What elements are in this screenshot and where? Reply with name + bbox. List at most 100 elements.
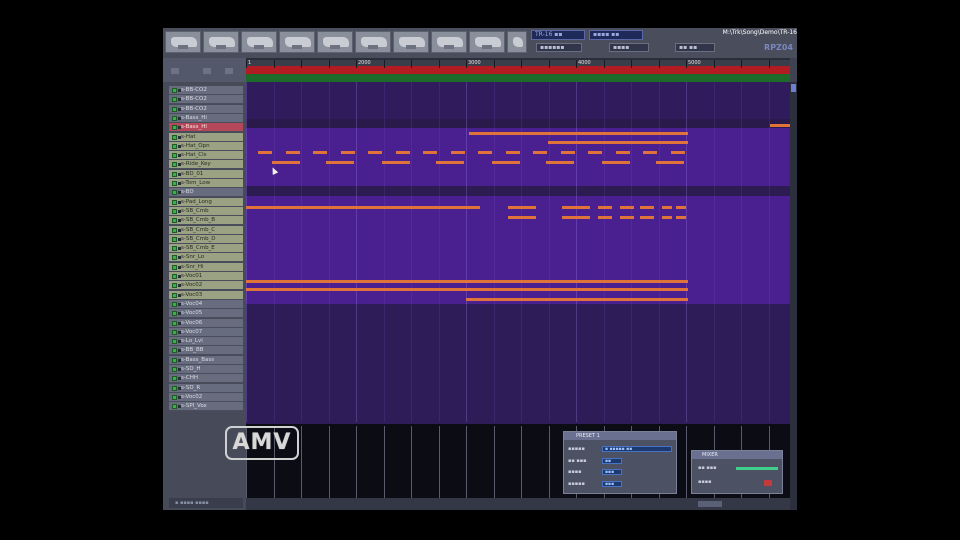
track-led-icon[interactable] xyxy=(172,162,177,168)
track-row[interactable]: s-Hat_Opn xyxy=(169,141,243,151)
tool-button-8[interactable] xyxy=(431,31,467,53)
midi-note[interactable] xyxy=(620,206,634,209)
midi-note[interactable] xyxy=(451,151,465,154)
piano-roll[interactable] xyxy=(246,82,790,510)
midi-note[interactable] xyxy=(676,216,686,219)
midi-note[interactable] xyxy=(640,206,654,209)
track-row[interactable]: s-Voc02 xyxy=(169,392,243,402)
record-icon[interactable] xyxy=(764,480,772,486)
scroll-thumb[interactable] xyxy=(791,84,796,92)
midi-note[interactable] xyxy=(326,161,354,164)
midi-note[interactable] xyxy=(643,151,657,154)
track-row[interactable]: s-Hat xyxy=(169,132,243,142)
midi-note[interactable] xyxy=(602,161,630,164)
track-row[interactable]: s-SPI_Vox xyxy=(169,402,243,412)
midi-note[interactable] xyxy=(620,216,634,219)
tool-button-6[interactable] xyxy=(355,31,391,53)
timeline-ruler[interactable]: 1 2000 3000 4000 5000 xyxy=(246,58,790,82)
midi-note[interactable] xyxy=(246,206,480,209)
track-led-icon[interactable] xyxy=(172,385,177,391)
track-row[interactable]: s-BD_01 xyxy=(169,169,243,179)
track-led-icon[interactable] xyxy=(172,227,177,233)
track-led-icon[interactable] xyxy=(172,181,177,186)
midi-note[interactable] xyxy=(466,298,688,301)
tool-button-5[interactable] xyxy=(317,31,353,53)
midi-note[interactable] xyxy=(286,151,300,154)
track-row[interactable]: s-Bass_Bass xyxy=(169,355,243,365)
song-select[interactable]: TR-16 ▪▪ xyxy=(531,30,585,40)
arm-all-icon[interactable] xyxy=(225,68,233,74)
track-led-icon[interactable] xyxy=(172,348,177,354)
midi-note[interactable] xyxy=(272,161,300,164)
tool-button-4[interactable] xyxy=(279,31,315,53)
midi-note[interactable] xyxy=(561,151,575,154)
track-led-icon[interactable] xyxy=(172,255,177,261)
track-row[interactable]: s-Tom_Low xyxy=(169,179,243,188)
track-led-icon[interactable] xyxy=(172,376,177,382)
midi-note[interactable] xyxy=(598,206,612,209)
midi-note[interactable] xyxy=(588,151,602,154)
track-led-icon[interactable] xyxy=(172,125,177,131)
track-led-icon[interactable] xyxy=(172,357,177,363)
midi-note[interactable] xyxy=(616,151,630,154)
track-led-icon[interactable] xyxy=(172,320,177,326)
track-row[interactable]: s-Voc04 xyxy=(169,299,243,309)
track-led-icon[interactable] xyxy=(172,171,177,177)
preset-row-value[interactable]: ▪ ▪▪▪▪▪ ▪▪ xyxy=(602,446,672,452)
tool-button-7[interactable] xyxy=(393,31,429,53)
midi-note[interactable] xyxy=(671,151,685,154)
midi-note[interactable] xyxy=(246,280,688,283)
tempo-field[interactable]: ▪▪▪▪▪▪ xyxy=(536,43,582,52)
midi-note[interactable] xyxy=(598,216,612,219)
track-row[interactable]: s-CHH xyxy=(169,374,243,384)
track-row[interactable]: s-BB-CO2 xyxy=(169,86,243,95)
track-led-icon[interactable] xyxy=(172,311,177,317)
midi-note[interactable] xyxy=(508,216,536,219)
track-led-icon[interactable] xyxy=(172,97,177,103)
track-row[interactable]: s-Lo_Lvl xyxy=(169,337,243,347)
track-row[interactable]: s-Pad_Long xyxy=(169,197,243,207)
track-led-icon[interactable] xyxy=(172,339,177,345)
midi-note[interactable] xyxy=(508,206,536,209)
track-led-icon[interactable] xyxy=(172,292,177,298)
track-row[interactable]: s-Snr_Hi xyxy=(169,262,243,272)
midi-note[interactable] xyxy=(770,124,790,127)
midi-note[interactable] xyxy=(469,132,688,135)
midi-note[interactable] xyxy=(313,151,327,154)
mixer-level-meter[interactable] xyxy=(736,467,778,470)
track-row[interactable]: s-Bass_Hi xyxy=(169,113,243,123)
track-led-icon[interactable] xyxy=(172,283,177,289)
preset-row-value[interactable]: ▪▪ xyxy=(602,458,622,464)
track-led-icon[interactable] xyxy=(172,153,177,159)
scroll-thumb[interactable] xyxy=(698,501,722,507)
midi-note[interactable] xyxy=(533,151,547,154)
track-row[interactable]: s-Voc02 xyxy=(169,281,243,291)
track-led-icon[interactable] xyxy=(172,404,177,410)
track-led-icon[interactable] xyxy=(172,88,177,93)
midi-note[interactable] xyxy=(676,206,686,209)
track-row[interactable]: s-Voc05 xyxy=(169,309,243,319)
track-row[interactable]: s-SD_R xyxy=(169,383,243,393)
track-row[interactable]: s-BB-CO2 xyxy=(169,104,243,114)
track-led-icon[interactable] xyxy=(172,236,177,242)
track-row[interactable]: s-Voc03 xyxy=(169,290,243,300)
midi-note[interactable] xyxy=(662,216,672,219)
track-row[interactable]: s-SB_Cmb xyxy=(169,206,243,216)
ruler-marker-range[interactable] xyxy=(246,74,790,82)
track-row[interactable]: s-Snr_Lo xyxy=(169,253,243,263)
horizontal-scrollbar[interactable] xyxy=(246,498,790,510)
track-led-icon[interactable] xyxy=(172,199,177,205)
track-led-icon[interactable] xyxy=(172,301,177,307)
midi-note[interactable] xyxy=(246,288,688,291)
track-led-icon[interactable] xyxy=(172,274,177,279)
track-row[interactable]: s-Ride_Key xyxy=(169,160,243,170)
midi-note[interactable] xyxy=(423,151,437,154)
track-led-icon[interactable] xyxy=(172,394,177,400)
midi-note[interactable] xyxy=(548,141,688,144)
midi-note[interactable] xyxy=(562,216,590,219)
mute-all-icon[interactable] xyxy=(171,68,179,74)
mode-select[interactable]: ▪▪▪▪ xyxy=(609,43,649,52)
track-led-icon[interactable] xyxy=(172,218,177,224)
midi-note[interactable] xyxy=(436,161,464,164)
track-row[interactable]: s-Voc01 xyxy=(169,272,243,281)
